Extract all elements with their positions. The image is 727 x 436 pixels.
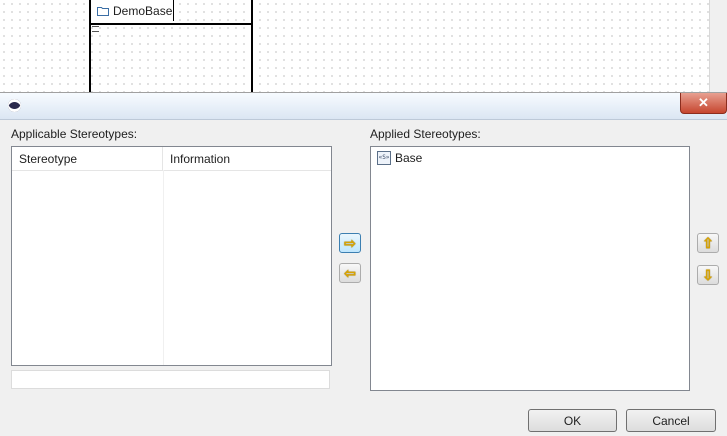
uml-class-box[interactable]: DemoBase — [89, 0, 253, 94]
table-header: Stereotype Information — [12, 147, 331, 171]
stereotype-icon: «S» — [377, 151, 391, 165]
uml-class-name-tab[interactable]: DemoBase — [91, 0, 174, 21]
arrow-up-icon: ⇧ — [702, 235, 714, 251]
diagram-canvas[interactable]: DemoBase — [0, 0, 727, 94]
applicable-stereotypes-label: Applicable Stereotypes: — [11, 127, 138, 141]
column-header-information[interactable]: Information — [163, 147, 331, 170]
applicable-stereotypes-table[interactable]: Stereotype Information — [11, 146, 332, 366]
move-up-button[interactable]: ⇧ — [697, 233, 719, 253]
add-stereotype-button[interactable]: ⇨ — [339, 233, 361, 253]
remove-stereotype-button[interactable]: ⇦ — [339, 263, 361, 283]
canvas-scrollbar[interactable] — [709, 0, 727, 92]
folder-icon — [97, 6, 109, 16]
arrow-left-icon: ⇦ — [344, 265, 356, 281]
close-button[interactable]: ✕ — [680, 93, 727, 114]
cancel-button[interactable]: Cancel — [626, 409, 716, 432]
eclipse-icon — [8, 99, 21, 112]
applied-stereotypes-list[interactable]: «S» Base — [370, 146, 690, 391]
applied-stereotypes-label: Applied Stereotypes: — [370, 127, 481, 141]
move-down-button[interactable]: ⇩ — [697, 265, 719, 285]
applied-stereotype-label: Base — [395, 151, 423, 165]
column-divider — [163, 170, 164, 365]
ok-button[interactable]: OK — [528, 409, 617, 432]
compartment-handle-icon — [92, 26, 99, 32]
uml-class-name: DemoBase — [113, 3, 173, 18]
list-item[interactable]: «S» Base — [377, 151, 422, 165]
apply-stereotypes-dialog: ✕ Applicable Stereotypes: Applied Stereo… — [0, 92, 727, 436]
dialog-titlebar[interactable]: ✕ — [0, 93, 727, 120]
arrow-right-icon: ⇨ — [344, 235, 356, 251]
arrow-down-icon: ⇩ — [702, 267, 714, 283]
uml-class-header: DemoBase — [91, 0, 251, 25]
column-header-stereotype[interactable]: Stereotype — [12, 147, 163, 170]
filter-input[interactable] — [11, 370, 330, 389]
